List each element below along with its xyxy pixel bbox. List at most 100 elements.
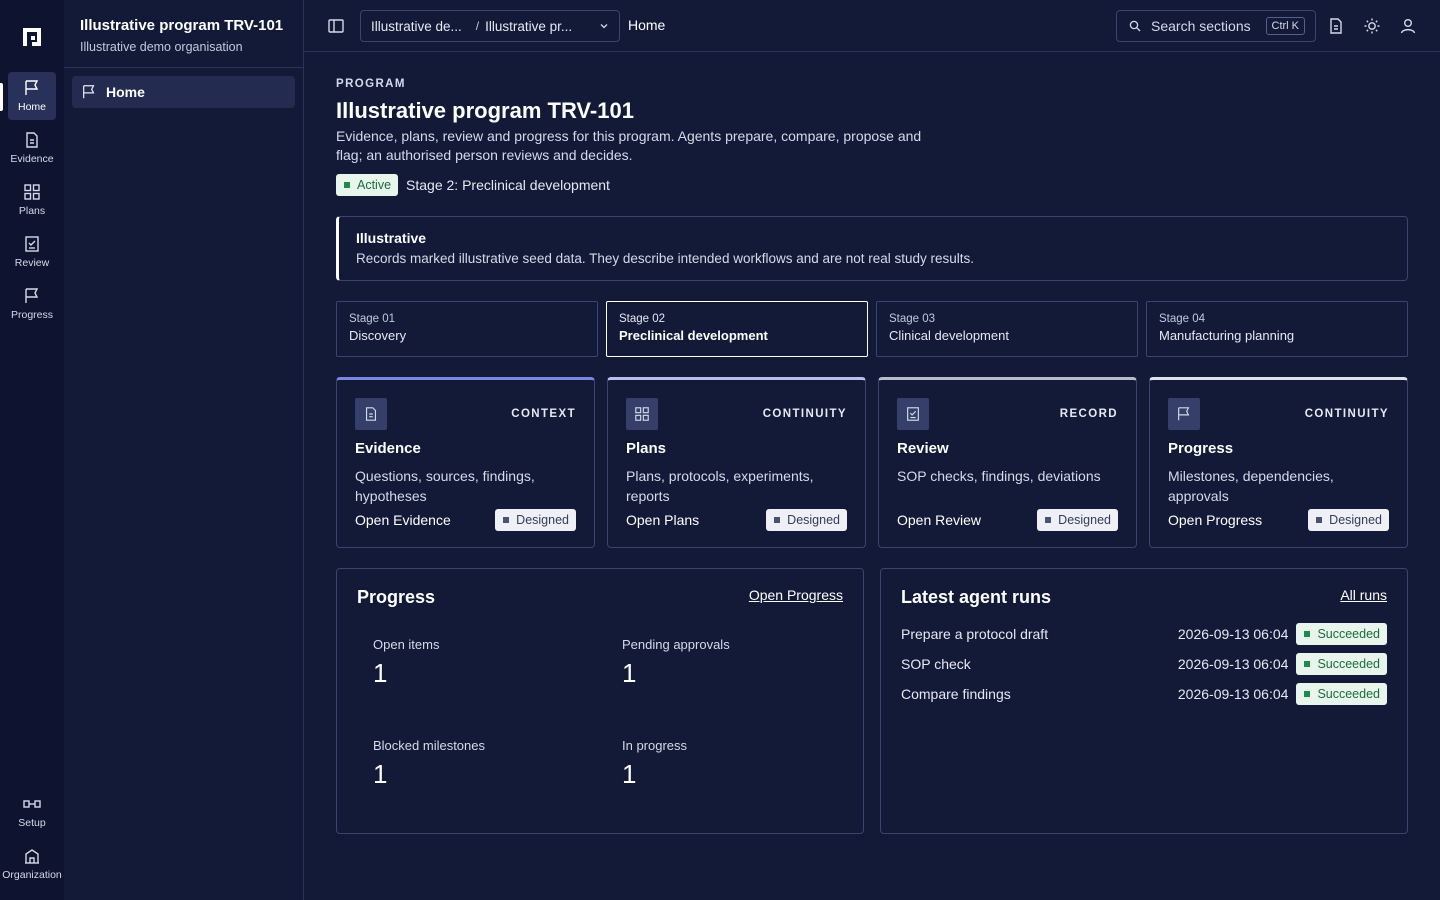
run-timestamp: 2026-09-13 06:04 [1177, 686, 1289, 702]
card-category: CONTEXT [511, 408, 576, 420]
theme-toggle-icon[interactable] [1362, 16, 1382, 36]
status-square-icon [1304, 631, 1311, 637]
card-description: SOP checks, findings, deviations [897, 468, 1101, 484]
flag-icon [81, 84, 97, 100]
badge-label: Designed [787, 513, 840, 527]
rail-item-label: Plans [18, 205, 46, 217]
card-evidence[interactable]: CONTEXT Evidence Questions, sources, fin… [336, 377, 595, 548]
open-progress-link[interactable]: Open Progress [1168, 512, 1262, 528]
rail-item-evidence[interactable]: Evidence [8, 124, 56, 172]
breadcrumb-org[interactable]: Illustrative de... [371, 19, 462, 34]
current-page-label: Home [628, 17, 666, 33]
stage-clinical[interactable]: Stage 03 Clinical development [876, 301, 1138, 357]
notice-body: Records marked illustrative seed data. T… [356, 251, 975, 266]
run-status-badge: Succeeded [1296, 623, 1387, 645]
rail-item-home[interactable]: Home [8, 72, 56, 120]
metric-label: In progress [622, 738, 688, 753]
card-title: Progress [1168, 440, 1234, 457]
breadcrumb[interactable]: Illustrative de... / Illustrative pr... [360, 10, 620, 42]
flag-icon [23, 79, 41, 97]
flag-icon [1168, 398, 1200, 430]
rail-item-setup[interactable]: Setup [8, 788, 56, 836]
app-logo-icon[interactable] [21, 26, 43, 48]
open-evidence-link[interactable]: Open Evidence [355, 512, 451, 528]
page-description: Evidence, plans, review and progress for… [336, 128, 922, 163]
search-placeholder: Search sections [1151, 18, 1251, 34]
search-input[interactable]: Search sections Ctrl K [1116, 10, 1316, 42]
run-status-label: Succeeded [1317, 627, 1380, 641]
metric-label: Pending approvals [622, 637, 730, 652]
chevron-down-icon[interactable] [599, 21, 609, 31]
flag-icon [23, 287, 41, 305]
card-plans[interactable]: CONTINUITY Plans Plans, protocols, exper… [607, 377, 866, 548]
sidebar-toggle-icon[interactable] [326, 16, 346, 36]
stage-stepper: Stage 01 Discovery Stage 02 Preclinical … [336, 301, 1408, 357]
rail-item-label: Evidence [10, 153, 54, 165]
agent-run-row[interactable]: Prepare a protocol draft 2026-09-13 06:0… [901, 622, 1387, 646]
card-category: CONTINUITY [762, 408, 847, 420]
document-icon[interactable] [1326, 16, 1346, 36]
section-cards: CONTEXT Evidence Questions, sources, fin… [336, 377, 1408, 548]
agent-run-row[interactable]: SOP check 2026-09-13 06:04 Succeeded [901, 652, 1387, 676]
sidebar-item-label: Home [106, 84, 145, 100]
designed-badge: Designed [1037, 509, 1118, 531]
document-icon [23, 131, 41, 149]
rail-item-progress[interactable]: Progress [8, 280, 56, 328]
progress-panel-title: Progress [357, 587, 436, 607]
rail-item-label: Review [14, 257, 50, 269]
metric-blocked-milestones: Blocked milestones 1 [373, 738, 593, 790]
badge-square-icon [1316, 517, 1323, 523]
checklist-icon [897, 398, 929, 430]
illustrative-notice: Illustrative Records marked illustrative… [336, 216, 1408, 281]
open-plans-link[interactable]: Open Plans [626, 512, 699, 528]
setup-icon [22, 795, 42, 813]
breadcrumb-program[interactable]: Illustrative pr... [485, 19, 572, 34]
card-title: Plans [626, 440, 667, 457]
stage-manufacturing[interactable]: Stage 04 Manufacturing planning [1146, 301, 1408, 357]
status-square-icon [344, 182, 350, 188]
rail-item-organization[interactable]: Organization [2, 840, 62, 888]
open-review-link[interactable]: Open Review [897, 512, 981, 528]
status-square-icon [1304, 661, 1311, 667]
rail-item-review[interactable]: Review [8, 228, 56, 276]
sidebar-item-home[interactable]: Home [72, 76, 295, 108]
metric-value: 1 [373, 759, 388, 789]
rail-item-label: Setup [18, 817, 46, 829]
badge-square-icon [1045, 517, 1052, 523]
rail-item-plans[interactable]: Plans [8, 176, 56, 224]
page-eyebrow: PROGRAM [336, 78, 406, 90]
page-title: Illustrative program TRV-101 [336, 98, 634, 123]
metric-label: Open items [373, 637, 440, 652]
badge-square-icon [503, 517, 510, 523]
run-name: Compare findings [901, 686, 1011, 702]
sidebar-subtitle: Illustrative demo organisation [80, 40, 243, 54]
all-runs-link[interactable]: All runs [1340, 587, 1387, 603]
card-progress[interactable]: CONTINUITY Progress Milestones, dependen… [1149, 377, 1408, 548]
run-name: Prepare a protocol draft [901, 626, 1049, 642]
grid-icon [626, 398, 658, 430]
stage-discovery[interactable]: Stage 01 Discovery [336, 301, 598, 357]
badge-label: Designed [1058, 513, 1111, 527]
badge-label: Designed [1329, 513, 1382, 527]
metric-pending-approvals: Pending approvals 1 [622, 637, 842, 689]
stage-preclinical[interactable]: Stage 02 Preclinical development [606, 301, 868, 357]
stage-number: Stage 01 [349, 313, 396, 325]
card-description: Milestones, dependencies, approvals [1168, 468, 1334, 504]
designed-badge: Designed [495, 509, 576, 531]
stage-number: Stage 03 [889, 313, 936, 325]
stage-number: Stage 04 [1159, 313, 1206, 325]
card-review[interactable]: RECORD Review SOP checks, findings, devi… [878, 377, 1137, 548]
designed-badge: Designed [766, 509, 847, 531]
stage-name: Clinical development [889, 328, 1009, 343]
user-icon[interactable] [1398, 16, 1418, 36]
open-progress-link[interactable]: Open Progress [749, 587, 843, 603]
run-status-label: Succeeded [1317, 657, 1380, 671]
rail-item-label: Home [17, 101, 46, 113]
metric-open-items: Open items 1 [373, 637, 593, 689]
top-bar: Illustrative de... / Illustrative pr... … [304, 0, 1440, 52]
agent-run-row[interactable]: Compare findings 2026-09-13 06:04 Succee… [901, 682, 1387, 706]
building-icon [23, 847, 41, 865]
program-sidebar: Illustrative program TRV-101 Illustrativ… [64, 0, 304, 900]
metric-in-progress: In progress 1 [622, 738, 842, 790]
agent-runs-panel: Latest agent runs All runs Prepare a pro… [880, 568, 1408, 834]
